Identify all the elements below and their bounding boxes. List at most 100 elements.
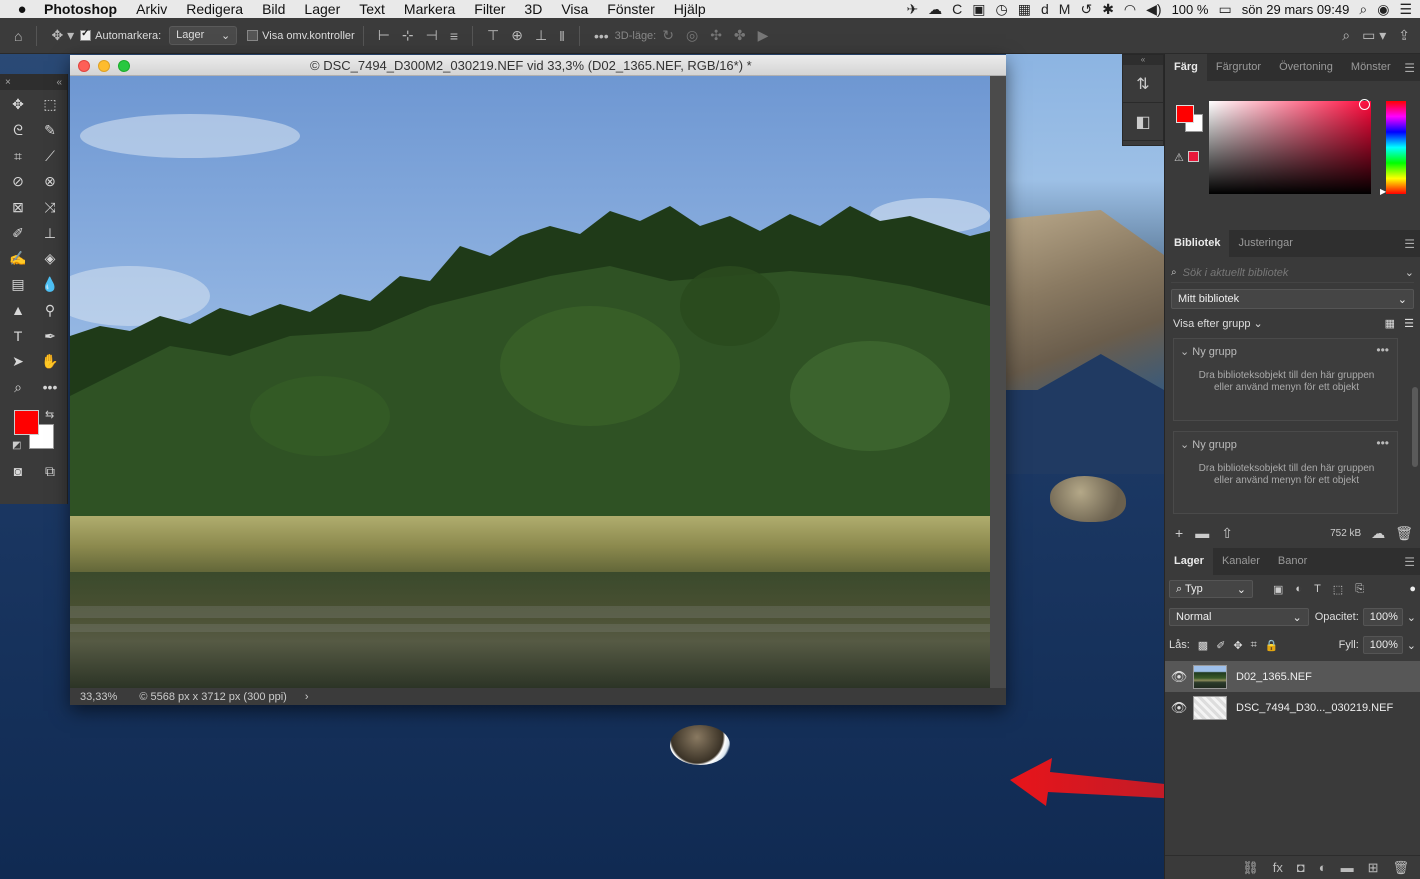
panel-menu-icon[interactable]: ☰ [1404,555,1415,569]
lock-transparency-icon[interactable]: ▩ [1198,639,1208,652]
default-colors-icon[interactable]: ◩ [12,440,21,451]
show-transform-checkbox[interactable]: Visa omv.kontroller [247,30,355,42]
list-view-icon[interactable]: ☰ [1404,318,1414,330]
chevron-down-icon[interactable]: ⌄ [1407,611,1416,624]
lock-artboard-icon[interactable]: ⌗ [1251,639,1257,652]
patch-tool-icon[interactable]: ⊗ [34,169,66,195]
layer-name[interactable]: D02_1365.NEF [1236,671,1312,683]
color-foreground-swatch[interactable] [1176,105,1194,123]
tab-justeringar[interactable]: Justeringar [1229,230,1301,257]
battery-percent[interactable]: 100 % [1172,2,1209,17]
wifi-icon[interactable]: ◠ [1124,1,1136,18]
menu-hjalp[interactable]: Hjälp [674,1,706,17]
tab-farg[interactable]: Färg [1165,54,1207,81]
frame-tool-icon[interactable]: ⊠ [2,195,34,221]
grid-view-icon[interactable]: ▦ [1385,318,1395,330]
menu-text[interactable]: Text [359,1,385,17]
chevron-down-icon[interactable]: ⌄ [1405,266,1414,279]
menu-3d[interactable]: 3D [524,1,542,17]
grid-app-icon[interactable]: ▦ [1018,1,1031,18]
tab-lager[interactable]: Lager [1165,548,1213,575]
time-machine-icon[interactable]: ↺ [1080,1,1092,18]
siri-icon[interactable]: ◉ [1377,1,1389,18]
blend-mode-select[interactable]: Normal ⌄ [1169,608,1309,626]
link-layers-icon[interactable]: ⛓ [1242,860,1259,876]
align-bottom-icon[interactable]: ⊥ [535,27,547,44]
layer-thumbnail[interactable] [1193,664,1227,689]
view-by-group-dropdown[interactable]: Visa efter grupp ⌄ [1173,317,1263,330]
move-tool-icon[interactable]: ✥ [2,92,34,118]
library-group[interactable]: ⌄ Ny grupp ••• Dra biblioteksobjekt till… [1173,431,1398,514]
menu-visa[interactable]: Visa [561,1,588,17]
align-right-icon[interactable]: ⊣ [426,27,438,44]
gamut-warning-icon[interactable]: ⚠ [1174,151,1184,164]
d-app-icon[interactable]: d [1041,1,1049,17]
layer-row[interactable]: 👁 D02_1365.NEF [1165,661,1420,692]
app-extension-icon[interactable]: ▣ [972,1,985,18]
cloud-icon[interactable]: ☁ [928,1,942,18]
battery-icon[interactable]: ▭ [1218,1,1231,18]
document-scroll-gutter[interactable] [990,76,1006,688]
healing-brush-tool-icon[interactable]: ⊘ [2,169,34,195]
group-header[interactable]: ⌄ Ny grupp [1180,345,1237,358]
tab-fargrutor[interactable]: Färgrutor [1207,54,1270,81]
content-aware-move-icon[interactable]: ⤨ [34,195,66,221]
bluetooth-icon[interactable]: ✱ [1102,1,1114,18]
menu-filter[interactable]: Filter [474,1,505,17]
hue-slider[interactable] [1386,101,1406,194]
close-window-button[interactable] [78,60,90,72]
delete-layer-icon[interactable]: 🗑 [1392,860,1409,876]
new-adjustment-layer-icon[interactable]: ◐ [1319,860,1327,875]
menu-redigera[interactable]: Redigera [186,1,243,17]
visibility-eye-icon[interactable]: 👁 [1165,700,1193,716]
library-scrollbar[interactable] [1412,387,1418,467]
panel-menu-icon[interactable]: ☰ [1404,237,1415,251]
automarkera-checkbox[interactable]: Automarkera: [80,28,161,42]
layer-name[interactable]: DSC_7494_D30..._030219.NEF [1236,702,1393,714]
dock-collapse-icon[interactable]: « [1123,55,1163,65]
home-icon[interactable]: ⌂ [14,28,22,44]
document-titlebar[interactable]: © DSC_7494_D300M2_030219.NEF vid 33,3% (… [70,55,1006,76]
type-tool-icon[interactable]: T [2,323,34,349]
automarkera-target-select[interactable]: Lager ⌄ [169,26,238,45]
rocket-icon[interactable]: ✈ [906,1,918,18]
quick-mask-icon[interactable]: ◙ [2,458,34,484]
align-top-icon[interactable]: ⊤ [487,27,499,44]
zoom-level[interactable]: 33,33% [80,691,117,703]
zoom-tool-icon[interactable]: ⌕ [2,375,34,401]
image-canvas[interactable] [70,76,990,688]
distribute-v-icon[interactable]: ‖ [559,28,565,44]
library-select[interactable]: Mitt bibliotek ⌄ [1171,289,1414,309]
group-header[interactable]: ⌄ Ny grupp [1180,438,1237,451]
creative-cloud-icon[interactable]: C [952,1,962,17]
lock-position-icon[interactable]: ✥ [1233,639,1242,652]
crop-tool-icon[interactable]: ⌗ [2,143,34,169]
menu-lager[interactable]: Lager [304,1,340,17]
blur-tool-icon[interactable]: 💧 [34,272,66,298]
zoom-window-button[interactable] [118,60,130,72]
distribute-icon[interactable]: ≡ [450,28,458,44]
group-more-icon[interactable]: ••• [1376,343,1389,357]
gamut-correction-swatch[interactable] [1188,151,1199,162]
opacity-input[interactable]: 100% [1362,608,1403,626]
align-left-icon[interactable]: ⊢ [378,27,390,44]
align-middle-v-icon[interactable]: ⊕ [511,27,523,44]
more-options-icon[interactable]: ••• [594,28,609,44]
library-search[interactable]: ⌕ Sök i aktuellt bibliotek ⌄ [1171,263,1414,283]
tab-overtoning[interactable]: Övertoning [1270,54,1342,81]
tab-bibliotek[interactable]: Bibliotek [1165,230,1230,257]
adjustments-panel-icon[interactable]: ◧ [1123,103,1163,141]
notification-center-icon[interactable]: ☰ [1399,1,1412,18]
cloud-sync-icon[interactable]: ☁ [1371,525,1385,542]
sharpen-tool-icon[interactable]: ▲ [2,298,34,324]
chevron-down-icon[interactable]: ⌄ [1407,639,1416,652]
history-brush-tool-icon[interactable]: ✍ [2,246,34,272]
marquee-tool-icon[interactable]: ⬚ [34,92,66,118]
eraser-tool-icon[interactable]: ◈ [34,246,66,272]
screen-mode-icon[interactable]: ⧉ [34,458,66,484]
menu-markera[interactable]: Markera [404,1,455,17]
library-group[interactable]: ⌄ Ny grupp ••• Dra biblioteksobjekt till… [1173,338,1398,421]
timer-icon[interactable]: ◷ [996,1,1008,18]
path-selection-tool-icon[interactable]: ➤ [2,349,34,375]
upload-icon[interactable]: ⇧ [1221,525,1233,542]
